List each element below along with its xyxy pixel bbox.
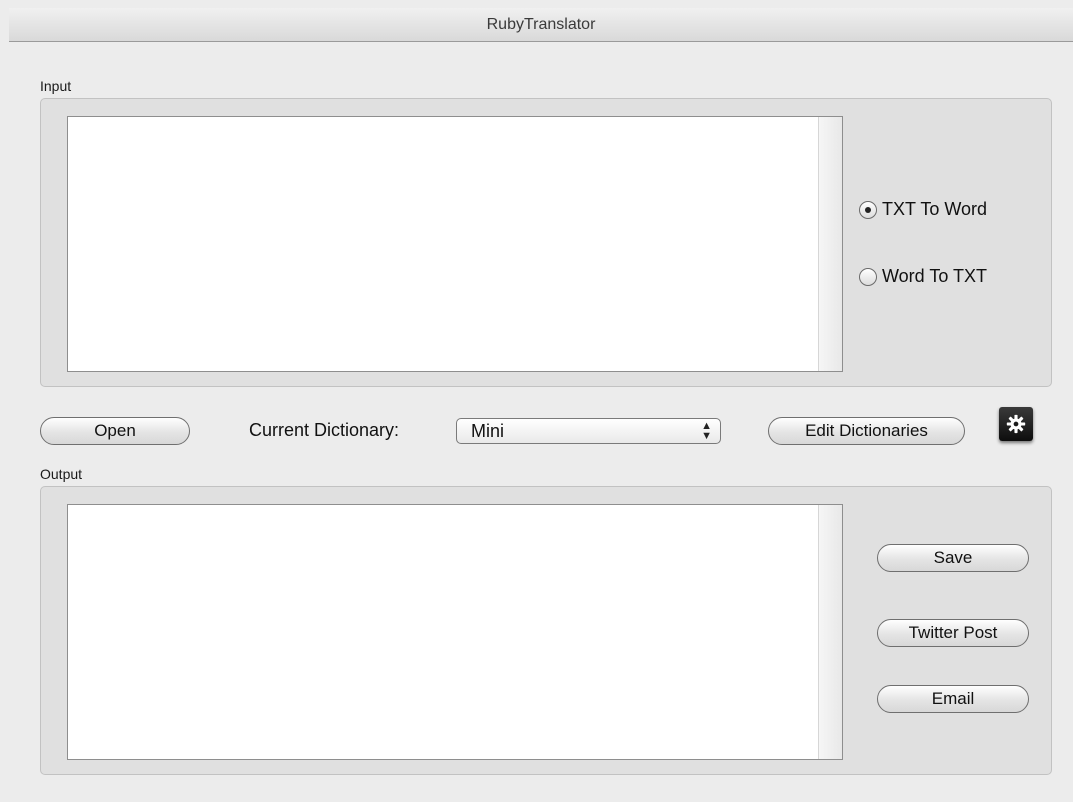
current-dictionary-label: Current Dictionary: [249,420,400,440]
radio-txt-to-word[interactable]: TXT To Word [859,199,987,220]
window-title: RubyTranslator [486,16,596,33]
app-window: RubyTranslator Input TXT To Word Word To… [0,0,1073,802]
save-button[interactable]: Save [877,544,1029,572]
radio-word-to-txt[interactable]: Word To TXT [859,266,987,287]
output-text-area-frame [67,504,843,760]
input-text-area-frame [67,116,843,372]
output-group-box: Save Twitter Post Email [40,486,1052,775]
radio-word-to-txt-label: Word To TXT [882,266,988,286]
input-text-area[interactable] [68,117,818,371]
select-arrows-icon: ▲ ▼ [701,420,712,442]
edit-dictionaries-button[interactable]: Edit Dictionaries [768,417,965,445]
open-button[interactable]: Open [40,417,190,445]
dictionary-select[interactable]: Mini ▲ ▼ [456,418,721,444]
output-text-area[interactable] [68,505,818,759]
input-scrollbar[interactable] [818,117,842,371]
radio-selected-icon [859,200,877,219]
output-scrollbar[interactable] [818,505,842,759]
radio-txt-to-word-label: TXT To Word [882,199,988,219]
radio-unselected-icon [859,267,877,286]
title-bar[interactable]: RubyTranslator [9,8,1073,42]
output-group-label: Output [40,466,83,482]
settings-button[interactable] [999,407,1033,441]
dictionary-select-value: Mini [471,421,505,441]
input-group-box: TXT To Word Word To TXT [40,98,1052,387]
email-button[interactable]: Email [877,685,1029,713]
gear-icon [1006,414,1026,434]
twitter-post-button[interactable]: Twitter Post [877,619,1029,647]
input-group-label: Input [40,78,72,94]
